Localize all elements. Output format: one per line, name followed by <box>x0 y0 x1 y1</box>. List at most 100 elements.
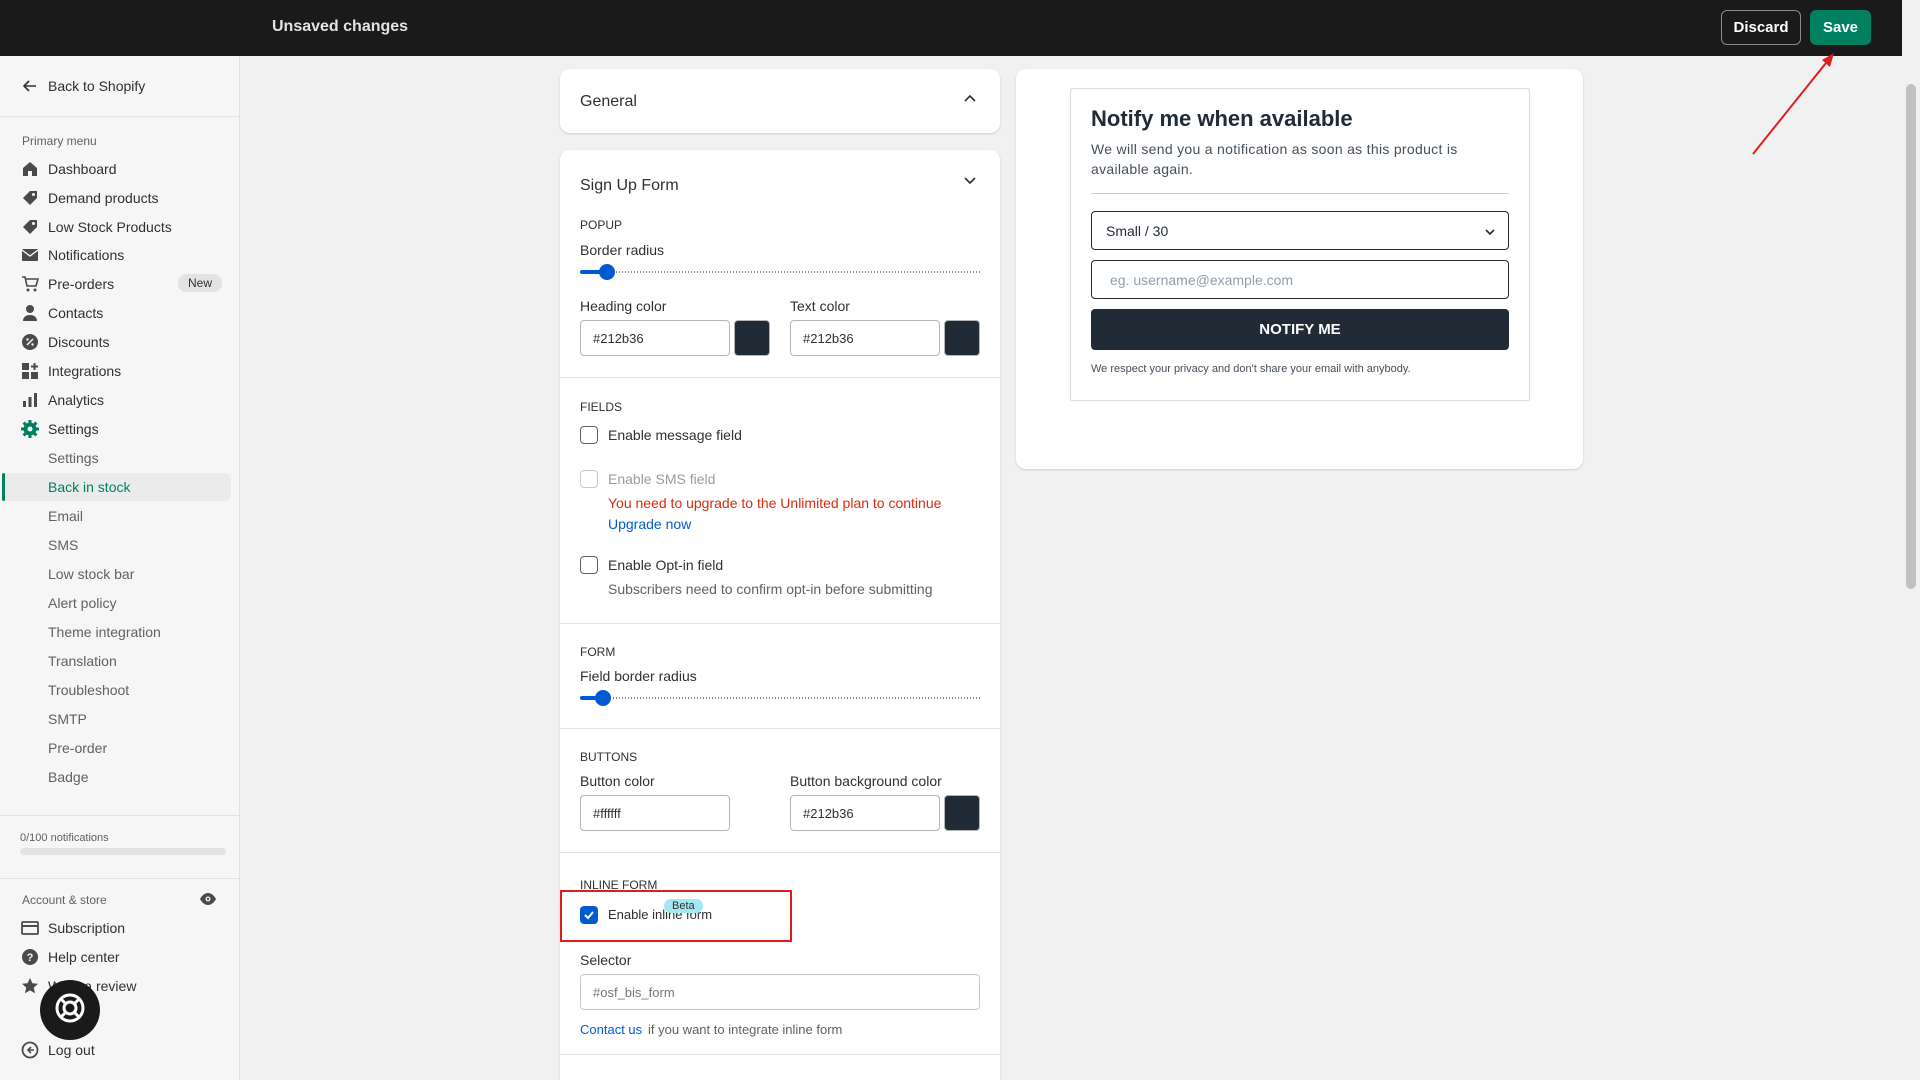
sidebar-item-analytics[interactable]: Analytics <box>20 386 232 414</box>
svg-text:?: ? <box>27 952 34 964</box>
general-card[interactable]: General <box>560 69 1000 133</box>
message-field-label: Enable message field <box>608 427 742 443</box>
unsaved-changes-title: Unsaved changes <box>272 18 409 35</box>
eye-icon[interactable] <box>199 890 217 913</box>
slider-handle[interactable] <box>599 264 615 280</box>
scrollbar-thumb[interactable] <box>1906 84 1916 589</box>
settings-sub-low-stock-bar[interactable]: Low stock bar <box>48 560 134 588</box>
signup-card-title: Sign Up Form <box>580 177 679 194</box>
tag-icon <box>20 217 40 237</box>
sidebar-item-label: Notifications <box>48 247 125 263</box>
text-color-swatch[interactable] <box>944 320 980 356</box>
preview-divider <box>1091 193 1509 194</box>
button-color-label: Button color <box>580 773 655 789</box>
optin-help-text: Subscribers need to confirm opt-in befor… <box>608 581 933 597</box>
sidebar-item-log-out[interactable]: Log out <box>20 1036 232 1064</box>
new-badge: New <box>178 274 223 292</box>
selector-input[interactable] <box>580 974 980 1010</box>
logout-icon <box>20 1040 40 1060</box>
sidebar-item-label: Discounts <box>48 334 110 350</box>
heading-color-swatch[interactable] <box>734 320 770 356</box>
sms-field-checkbox[interactable] <box>580 470 598 488</box>
help-icon: ? <box>20 947 40 967</box>
save-button[interactable]: Save <box>1810 10 1871 45</box>
general-card-title: General <box>580 93 637 110</box>
chevron-up-icon[interactable] <box>962 91 978 107</box>
chevron-down-icon[interactable] <box>962 172 978 188</box>
notifications-progress-bar <box>20 848 226 855</box>
settings-sub-badge[interactable]: Badge <box>48 763 88 791</box>
settings-sub-troubleshoot[interactable]: Troubleshoot <box>48 676 129 704</box>
field-border-radius-slider[interactable] <box>580 690 980 706</box>
heading-color-input[interactable]: #212b36 <box>580 320 730 356</box>
notifications-usage: 0/100 notifications <box>20 832 109 844</box>
sidebar-item-dashboard[interactable]: Dashboard <box>20 155 232 183</box>
buttons-heading: BUTTONS <box>580 750 638 764</box>
optin-field-label: Enable Opt-in field <box>608 557 724 573</box>
active-sub-indicator <box>2 473 5 501</box>
settings-sub-translation[interactable]: Translation <box>48 647 117 675</box>
sidebar-item-help-center[interactable]: ? Help center <box>20 943 232 971</box>
settings-sub-theme-integration[interactable]: Theme integration <box>48 618 161 646</box>
field-border-radius-label: Field border radius <box>580 668 697 684</box>
section-divider <box>560 728 1000 729</box>
slider-handle[interactable] <box>595 690 611 706</box>
settings-sub-smtp[interactable]: SMTP <box>48 705 87 733</box>
section-divider <box>560 377 1000 378</box>
text-color-input[interactable]: #212b36 <box>790 320 940 356</box>
sidebar-item-label: Demand products <box>48 190 159 206</box>
section-divider <box>560 852 1000 853</box>
person-icon <box>20 303 40 323</box>
sidebar-item-demand-products[interactable]: Demand products <box>20 184 232 212</box>
notify-me-button[interactable]: NOTIFY ME <box>1091 309 1509 350</box>
button-bg-color-label: Button background color <box>790 773 942 789</box>
settings-sub-pre-order[interactable]: Pre-order <box>48 734 107 762</box>
settings-sub-back-in-stock[interactable]: Back in stock <box>48 473 130 501</box>
apps-icon <box>20 361 40 381</box>
account-store-heading: Account & store <box>22 893 107 907</box>
primary-menu-heading: Primary menu <box>22 134 97 148</box>
preview-description: We will send you a notification as soon … <box>1091 141 1458 177</box>
border-radius-slider[interactable] <box>580 264 980 280</box>
message-field-checkbox[interactable] <box>580 426 598 444</box>
sidebar-item-subscription[interactable]: Subscription <box>20 914 232 942</box>
discount-icon <box>20 332 40 352</box>
annotation-highlight-box <box>560 890 792 942</box>
sidebar-item-discounts[interactable]: Discounts <box>20 328 232 356</box>
contact-help-text: if you want to integrate inline form <box>648 1022 843 1037</box>
settings-sub-settings[interactable]: Settings <box>48 444 99 472</box>
settings-sub-email[interactable]: Email <box>48 502 83 530</box>
fields-heading: FIELDS <box>580 400 623 414</box>
variant-select[interactable]: Small / 30 <box>1091 211 1509 250</box>
sidebar-item-label: Dashboard <box>48 161 117 177</box>
upgrade-now-link[interactable]: Upgrade now <box>608 516 691 532</box>
back-to-shopify-link[interactable]: Back to Shopify <box>20 76 145 96</box>
section-divider <box>560 623 1000 624</box>
sidebar-item-notifications[interactable]: Notifications <box>20 241 232 269</box>
contact-us-link[interactable]: Contact us <box>580 1022 642 1037</box>
sidebar-item-settings[interactable]: Settings <box>20 415 232 443</box>
sidebar-divider <box>0 116 240 117</box>
support-button[interactable] <box>40 980 100 1040</box>
button-color-input[interactable]: #ffffff <box>580 795 730 831</box>
back-to-shopify-label: Back to Shopify <box>48 78 146 94</box>
gear-icon <box>20 419 40 439</box>
sidebar-item-integrations[interactable]: Integrations <box>20 357 232 385</box>
optin-field-checkbox[interactable] <box>580 556 598 574</box>
sidebar-item-label: Analytics <box>48 392 105 408</box>
border-radius-label: Border radius <box>580 242 665 258</box>
settings-sub-sms[interactable]: SMS <box>48 531 78 559</box>
settings-sub-alert-policy[interactable]: Alert policy <box>48 589 116 617</box>
sidebar-item-label: Help center <box>48 949 120 965</box>
sidebar-item-low-stock-products[interactable]: Low Stock Products <box>20 213 232 241</box>
page-scrollbar[interactable] <box>1902 0 1920 1080</box>
button-bg-color-input[interactable]: #212b36 <box>790 795 940 831</box>
sidebar-divider <box>0 878 240 879</box>
sms-field-label: Enable SMS field <box>608 471 716 487</box>
button-bg-color-swatch[interactable] <box>944 795 980 831</box>
selector-label: Selector <box>580 952 632 968</box>
privacy-notice: We respect your privacy and don't share … <box>1091 363 1411 375</box>
discard-button[interactable]: Discard <box>1721 10 1801 45</box>
email-input[interactable]: eg. username@example.com <box>1091 260 1509 299</box>
sidebar-item-contacts[interactable]: Contacts <box>20 299 232 327</box>
